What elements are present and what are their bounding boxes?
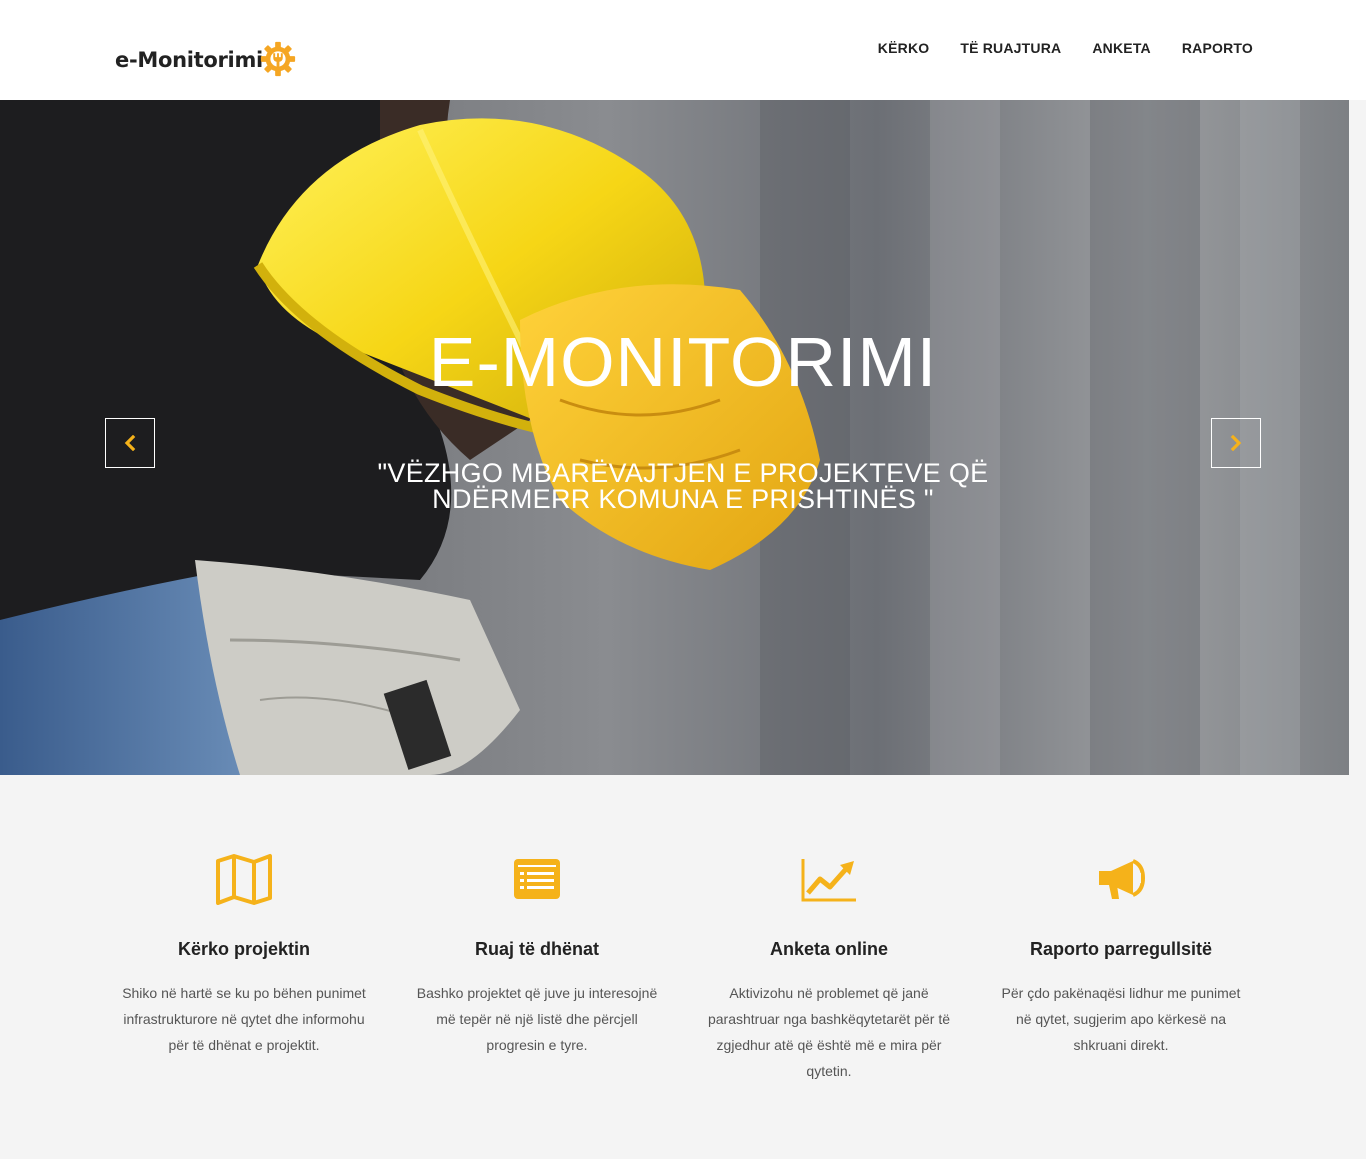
features-section: Kërko projektin Shiko në hartë se ku po … xyxy=(0,775,1366,1159)
feature-title: Anketa online xyxy=(769,939,889,959)
hero-slider: E-MONITORIMI "VËZHGO MBARËVAJTJEN E PROJ… xyxy=(0,100,1349,775)
feature-text: Për çdo pakënaqësi lidhur me punimet në … xyxy=(1001,985,1241,1053)
nav-surveys[interactable]: ANKETA xyxy=(1092,40,1151,56)
site-logo[interactable]: e-Monitorimi xyxy=(115,40,297,80)
feature-text: Aktivizohu në problemet që janë parashtr… xyxy=(707,985,951,1079)
feature-title: Kërko projektin xyxy=(177,939,311,959)
logo-text: e-Monitorimi xyxy=(115,48,263,72)
chevron-left-icon xyxy=(124,435,136,451)
slider-prev-button[interactable] xyxy=(105,418,155,468)
slider-next-button[interactable] xyxy=(1211,418,1261,468)
hero-title: E-MONITORIMI xyxy=(428,323,938,401)
right-gutter xyxy=(1349,100,1366,775)
feature-title: Ruaj të dhënat xyxy=(474,939,599,959)
map-icon xyxy=(216,854,272,905)
gear-wrench-icon xyxy=(260,41,296,77)
feature-text: Shiko në hartë se ku po bëhen punimet in… xyxy=(122,985,366,1053)
megaphone-icon xyxy=(1099,859,1146,899)
chevron-right-icon xyxy=(1230,435,1242,451)
hero-background-image xyxy=(0,100,1349,775)
list-icon xyxy=(514,859,560,899)
chart-line-icon xyxy=(801,859,856,902)
main-nav: KËRKO TË RUAJTURA ANKETA RAPORTO xyxy=(878,40,1253,56)
site-header: e-Monitorimi KËRKO TË RUAJTURA ANKETA RA… xyxy=(0,0,1366,100)
nav-report[interactable]: RAPORTO xyxy=(1182,40,1253,56)
nav-saved[interactable]: TË RUAJTURA xyxy=(960,40,1061,56)
feature-title: Raporto parregullsitë xyxy=(1029,939,1213,959)
nav-search[interactable]: KËRKO xyxy=(878,40,930,56)
feature-text: Bashko projektet që juve ju interesojnë … xyxy=(416,985,658,1053)
hero-subtitle: "VËZHGO MBARËVAJTJEN E PROJEKTEVE QË NDË… xyxy=(377,458,989,514)
